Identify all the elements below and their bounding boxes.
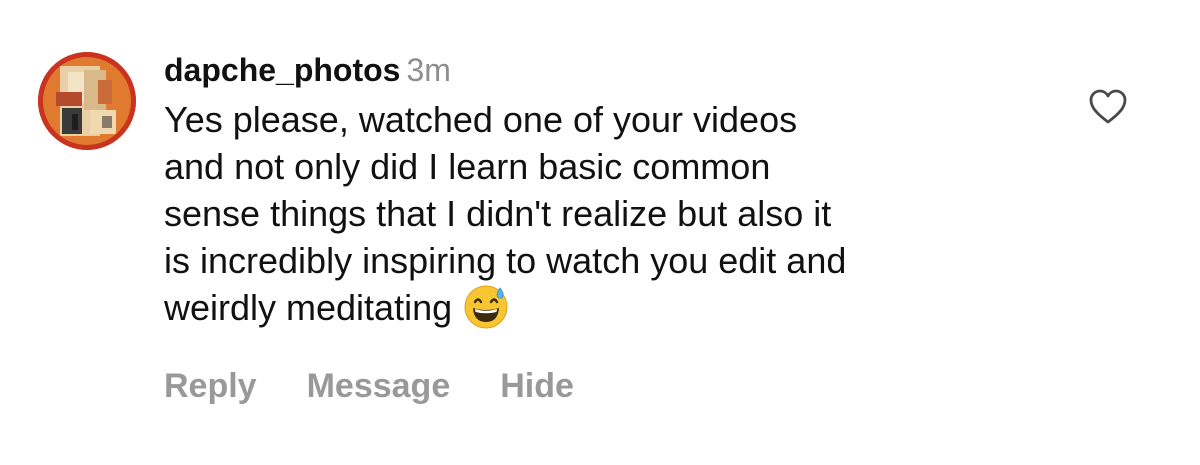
comment-text: Yes please, watched one of your videos a…	[164, 96, 1044, 334]
comment-actions: Reply Message Hide	[164, 366, 1064, 406]
comment-body: dapche_photos 3m Yes please, watched one …	[164, 50, 1064, 406]
comment-text-line-last: weirdly meditating	[164, 284, 1044, 334]
comment-header: dapche_photos 3m	[164, 50, 1064, 90]
like-button[interactable]	[1088, 88, 1128, 126]
username-link[interactable]: dapche_photos	[164, 52, 400, 88]
comment-timestamp: 3m	[406, 52, 451, 88]
avatar-image	[38, 52, 136, 150]
grinning-face-with-sweat-emoji-icon	[462, 282, 510, 330]
hide-button[interactable]: Hide	[500, 367, 574, 405]
comment-text-line: weirdly meditating	[164, 287, 453, 328]
heart-outline-icon	[1089, 89, 1127, 124]
comment-text-line: sense things that I didn't realize but a…	[164, 193, 832, 234]
reply-button[interactable]: Reply	[164, 367, 257, 405]
comment-text-line: Yes please, watched one of your videos	[164, 99, 798, 140]
comment-row: dapche_photos 3m Yes please, watched one …	[0, 0, 1200, 465]
avatar[interactable]	[38, 52, 136, 150]
comment-text-line: and not only did I learn basic common	[164, 146, 771, 187]
comment-text-line: is incredibly inspiring to watch you edi…	[164, 240, 847, 281]
message-button[interactable]: Message	[307, 367, 451, 405]
